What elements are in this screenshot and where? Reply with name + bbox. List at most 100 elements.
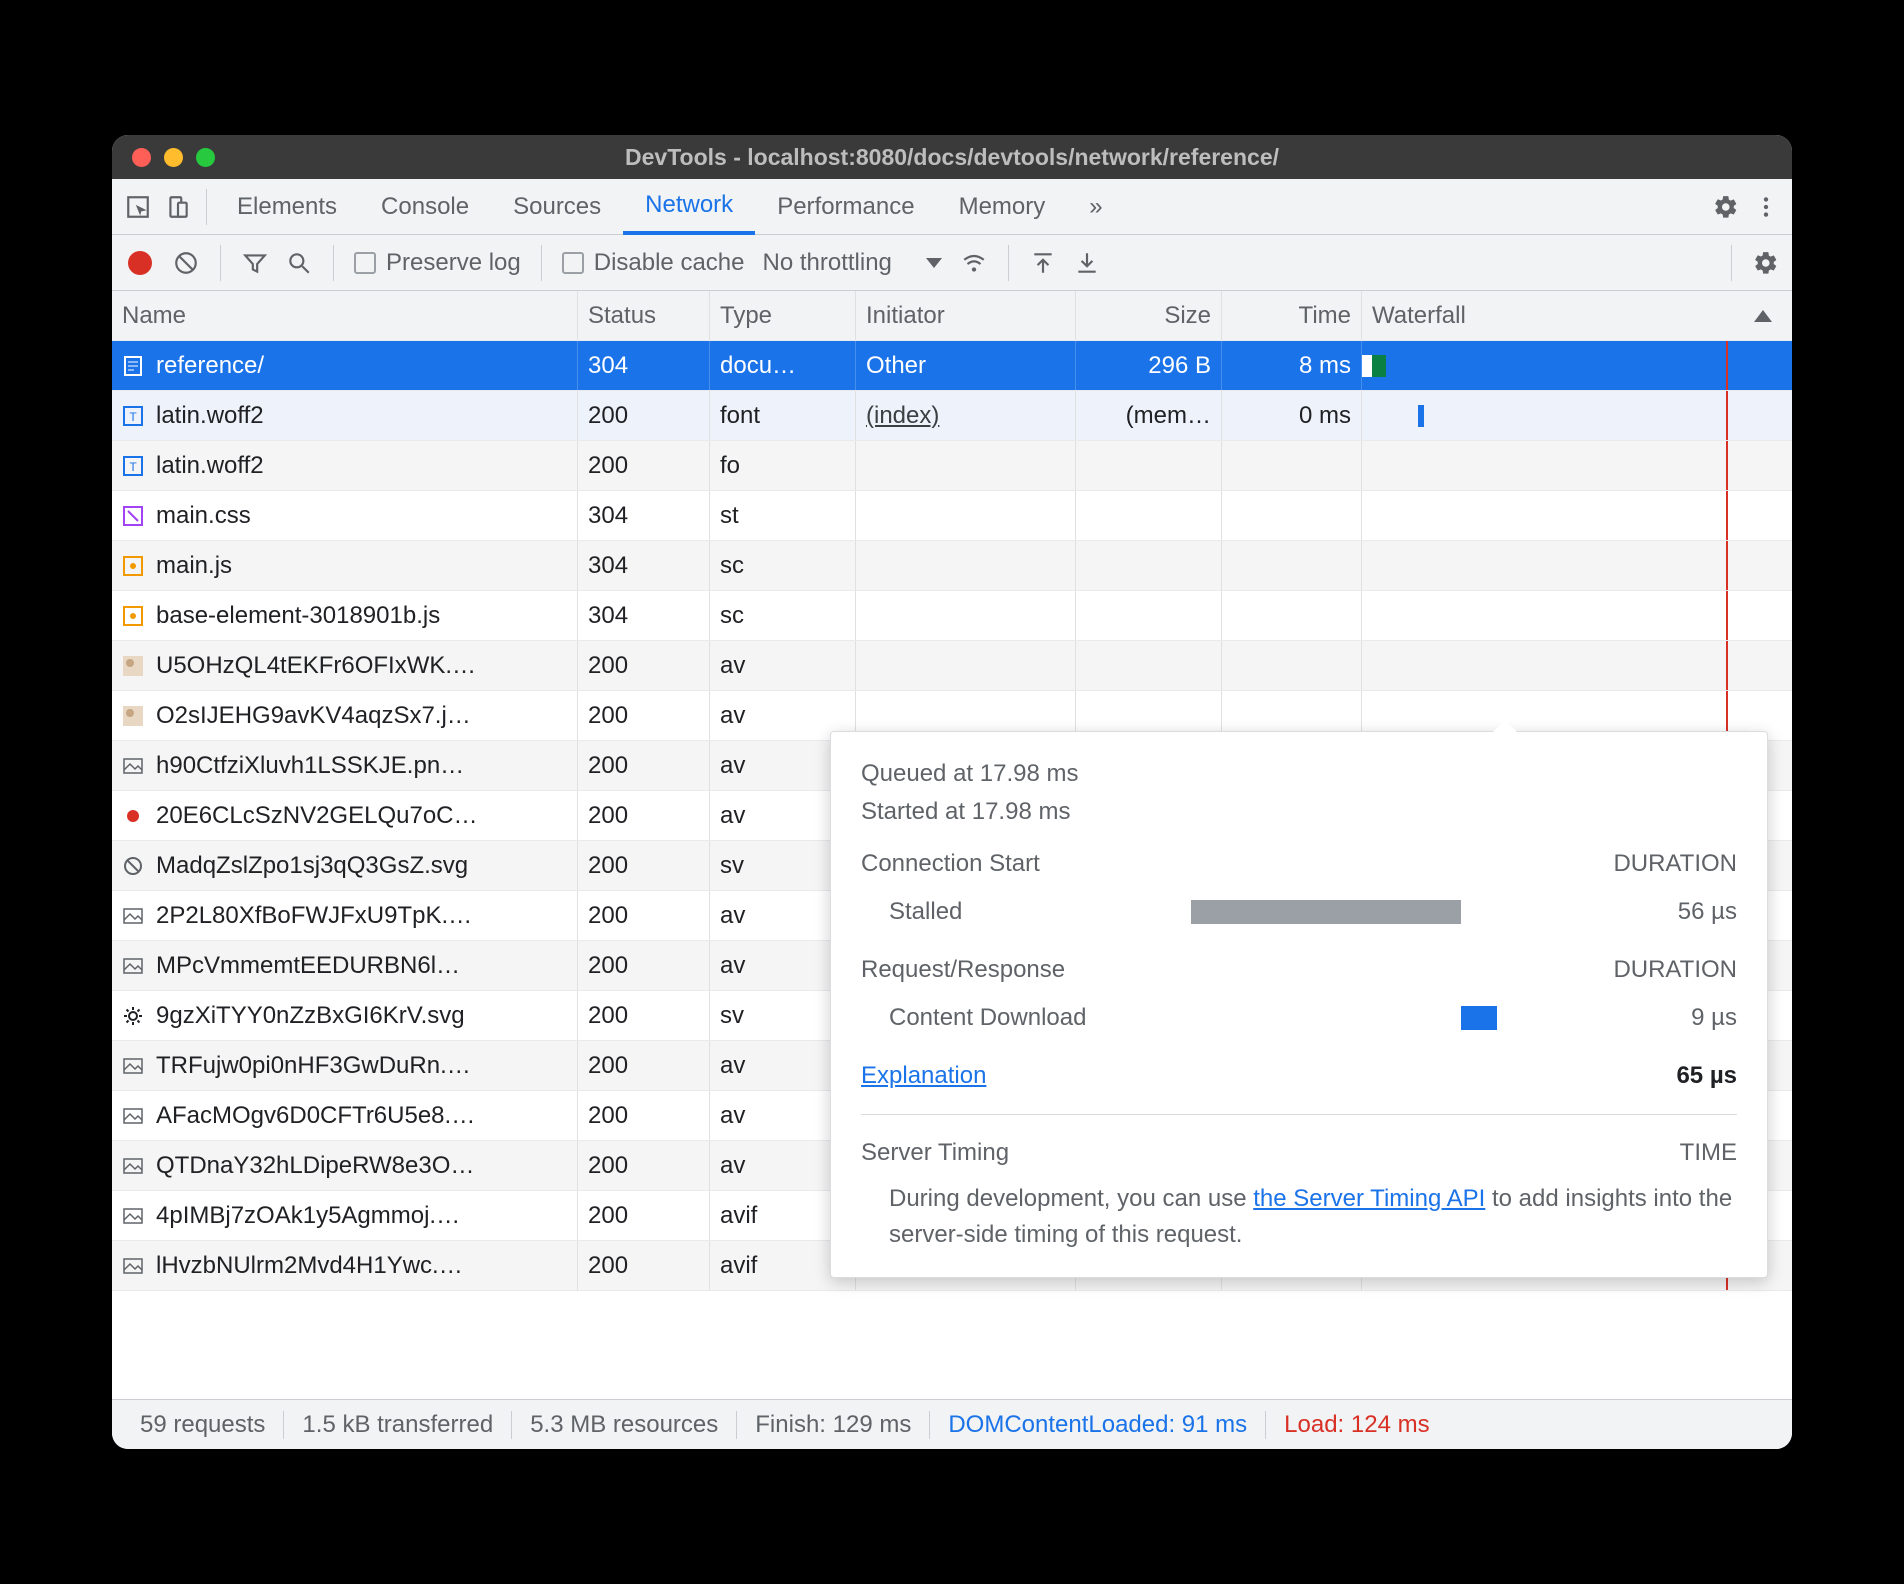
preserve-log-checkbox[interactable]: Preserve log <box>348 249 527 277</box>
popup-arrow <box>1491 720 1519 734</box>
tab-memory[interactable]: Memory <box>937 179 1068 235</box>
cell-size: (mem… <box>1076 391 1222 440</box>
cell-time <box>1222 591 1362 640</box>
sort-ascending-icon <box>1754 310 1772 322</box>
table-row[interactable]: reference/304docu…Other296 B8 ms <box>112 341 1792 391</box>
separator <box>1731 245 1732 281</box>
server-timing-description: During development, you can use the Serv… <box>861 1181 1737 1253</box>
cell-waterfall <box>1362 391 1792 440</box>
network-conditions-icon[interactable] <box>954 243 994 283</box>
close-window-button[interactable] <box>132 148 151 167</box>
file-type-icon <box>122 755 144 777</box>
disable-cache-checkbox[interactable]: Disable cache <box>556 249 751 277</box>
cell-time: 0 ms <box>1222 391 1362 440</box>
cell-initiator <box>856 641 1076 690</box>
file-type-icon <box>122 655 144 677</box>
cell-name: AFacMOgv6D0CFTr6U5e8.… <box>112 1091 578 1140</box>
transferred-size: 1.5 kB transferred <box>284 1411 512 1439</box>
queued-at: Queued at 17.98 ms <box>861 760 1737 788</box>
network-table: Name Status Type Initiator Size Time Wat… <box>112 291 1792 1399</box>
cell-name: MPcVmmemtEEDURBN6l… <box>112 941 578 990</box>
cell-name: h90CtfziXluvh1LSSKJE.pn… <box>112 741 578 790</box>
cell-name: lHvzbNUlrm2Mvd4H1Ywc.… <box>112 1241 578 1290</box>
separator <box>541 245 542 281</box>
load-line <box>1726 541 1728 590</box>
cell-initiator <box>856 541 1076 590</box>
cell-status: 304 <box>578 491 710 540</box>
tab-performance[interactable]: Performance <box>755 179 936 235</box>
column-initiator[interactable]: Initiator <box>856 291 1076 340</box>
tab-network[interactable]: Network <box>623 179 755 235</box>
cell-type: av <box>710 641 856 690</box>
device-toolbar-icon[interactable] <box>158 187 198 227</box>
cell-status: 304 <box>578 591 710 640</box>
column-waterfall[interactable]: Waterfall <box>1362 291 1792 340</box>
throttling-select[interactable]: No throttling <box>754 249 949 277</box>
file-type-icon <box>122 855 144 877</box>
column-status[interactable]: Status <box>578 291 710 340</box>
file-type-icon: T <box>122 455 144 477</box>
cell-status: 200 <box>578 791 710 840</box>
file-type-icon <box>122 1255 144 1277</box>
record-button[interactable] <box>128 251 152 275</box>
tab-console[interactable]: Console <box>359 179 491 235</box>
cell-type: fo <box>710 441 856 490</box>
preserve-log-label: Preserve log <box>386 249 521 277</box>
load-line <box>1726 641 1728 690</box>
import-har-icon[interactable] <box>1023 243 1063 283</box>
explanation-link[interactable]: Explanation <box>861 1062 986 1090</box>
minimize-window-button[interactable] <box>164 148 183 167</box>
server-timing-api-link[interactable]: the Server Timing API <box>1253 1185 1485 1212</box>
file-type-icon <box>122 555 144 577</box>
table-row[interactable]: main.js304sc <box>112 541 1792 591</box>
content-download-label: Content Download <box>861 1004 1191 1032</box>
file-type-icon <box>122 1055 144 1077</box>
export-har-icon[interactable] <box>1067 243 1107 283</box>
cell-waterfall <box>1362 641 1792 690</box>
table-row[interactable]: Tlatin.woff2200fo <box>112 441 1792 491</box>
table-row[interactable]: U5OHzQL4tEKFr6OFIxWK.…200av <box>112 641 1792 691</box>
cell-status: 200 <box>578 741 710 790</box>
separator <box>333 245 334 281</box>
cell-size: 296 B <box>1076 341 1222 390</box>
table-row[interactable]: base-element-3018901b.js304sc <box>112 591 1792 641</box>
more-menu-icon[interactable] <box>1746 187 1786 227</box>
time-label: TIME <box>1680 1139 1737 1167</box>
started-at: Started at 17.98 ms <box>861 798 1737 826</box>
column-name[interactable]: Name <box>112 291 578 340</box>
cell-name: base-element-3018901b.js <box>112 591 578 640</box>
inspect-element-icon[interactable] <box>118 187 158 227</box>
table-row[interactable]: main.css304st <box>112 491 1792 541</box>
cell-name: MadqZslZpo1sj3qQ3GsZ.svg <box>112 841 578 890</box>
file-type-icon <box>122 805 144 827</box>
tab-more[interactable]: » <box>1067 179 1124 235</box>
cell-size <box>1076 441 1222 490</box>
tab-elements[interactable]: Elements <box>215 179 359 235</box>
column-size[interactable]: Size <box>1076 291 1222 340</box>
column-time[interactable]: Time <box>1222 291 1362 340</box>
svg-text:T: T <box>129 460 137 474</box>
server-timing-label: Server Timing <box>861 1139 1009 1167</box>
file-type-icon <box>122 1005 144 1027</box>
waterfall-bar <box>1362 355 1372 377</box>
tab-sources[interactable]: Sources <box>491 179 623 235</box>
file-type-icon <box>122 355 144 377</box>
filter-icon[interactable] <box>235 243 275 283</box>
search-icon[interactable] <box>279 243 319 283</box>
cell-size <box>1076 541 1222 590</box>
window-title: DevTools - localhost:8080/docs/devtools/… <box>112 144 1792 171</box>
column-type[interactable]: Type <box>710 291 856 340</box>
clear-icon[interactable] <box>166 243 206 283</box>
maximize-window-button[interactable] <box>196 148 215 167</box>
settings-icon[interactable] <box>1706 187 1746 227</box>
table-row[interactable]: Tlatin.woff2200font(index)(mem…0 ms <box>112 391 1792 441</box>
cell-name: TRFujw0pi0nHF3GwDuRn.… <box>112 1041 578 1090</box>
cell-waterfall <box>1362 491 1792 540</box>
content-download-bar <box>1461 1006 1497 1030</box>
network-toolbar: Preserve log Disable cache No throttling <box>112 235 1792 291</box>
requests-count: 59 requests <box>122 1411 284 1439</box>
cell-status: 200 <box>578 641 710 690</box>
divider <box>861 1114 1737 1115</box>
cell-initiator[interactable]: (index) <box>856 391 1076 440</box>
network-settings-icon[interactable] <box>1746 243 1786 283</box>
